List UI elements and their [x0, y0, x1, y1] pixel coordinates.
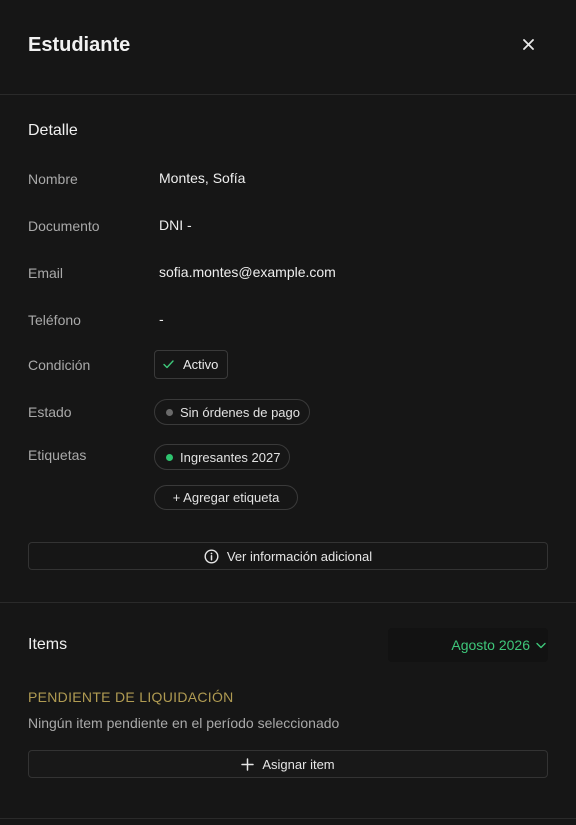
- document-label: Documento: [28, 218, 100, 234]
- state-value: Sin órdenes de pago: [180, 404, 300, 420]
- period-label: Agosto 2026: [451, 637, 530, 653]
- more-info-label: Ver información adicional: [226, 548, 373, 564]
- state-badge: Sin órdenes de pago: [154, 399, 310, 425]
- condition-value: Activo: [183, 357, 219, 372]
- state-label: Estado: [28, 404, 72, 420]
- pending-empty-message: Ningún item pendiente en el período sele…: [28, 715, 340, 731]
- condition-label: Condición: [28, 357, 91, 373]
- name-value: Montes, Sofía: [159, 170, 246, 186]
- chevron-down-icon: [536, 642, 546, 649]
- items-section: Items Agosto 2026 PENDIENTE DE LIQUIDACI…: [0, 603, 576, 819]
- add-tag-button[interactable]: + Agregar etiqueta: [154, 485, 298, 510]
- info-icon: [204, 548, 219, 564]
- detail-section-title: Detalle: [28, 122, 78, 139]
- tag-label: Ingresantes 2027: [180, 449, 281, 465]
- status-dot-icon: [166, 408, 173, 416]
- close-icon[interactable]: [522, 38, 534, 50]
- period-selector[interactable]: Agosto 2026: [388, 628, 548, 662]
- tags-label: Etiquetas: [28, 447, 87, 463]
- assign-item-label: Asignar item: [262, 756, 335, 772]
- name-label: Nombre: [28, 171, 78, 187]
- assign-item-button[interactable]: Asignar item: [28, 750, 548, 778]
- email-label: Email: [28, 265, 64, 281]
- tag-dot-icon: [166, 453, 173, 461]
- panel-header: Estudiante: [0, 0, 576, 95]
- plus-icon: [241, 757, 255, 771]
- pending-settlement-title: PENDIENTE DE LIQUIDACIÓN: [28, 689, 234, 705]
- phone-label: Teléfono: [28, 312, 81, 328]
- items-section-title: Items: [28, 636, 68, 653]
- email-value: sofia.montes@example.com: [159, 264, 336, 280]
- more-info-button[interactable]: Ver información adicional: [28, 542, 548, 570]
- check-icon: [163, 360, 174, 369]
- document-value: DNI -: [159, 217, 192, 233]
- detail-section: Detalle Nombre Montes, Sofía Documento D…: [0, 95, 576, 603]
- panel-title: Estudiante: [28, 34, 131, 56]
- close-button[interactable]: [518, 34, 538, 54]
- condition-dropdown[interactable]: Activo: [154, 350, 229, 379]
- tag-chip[interactable]: Ingresantes 2027: [154, 444, 291, 470]
- phone-value: -: [159, 311, 164, 327]
